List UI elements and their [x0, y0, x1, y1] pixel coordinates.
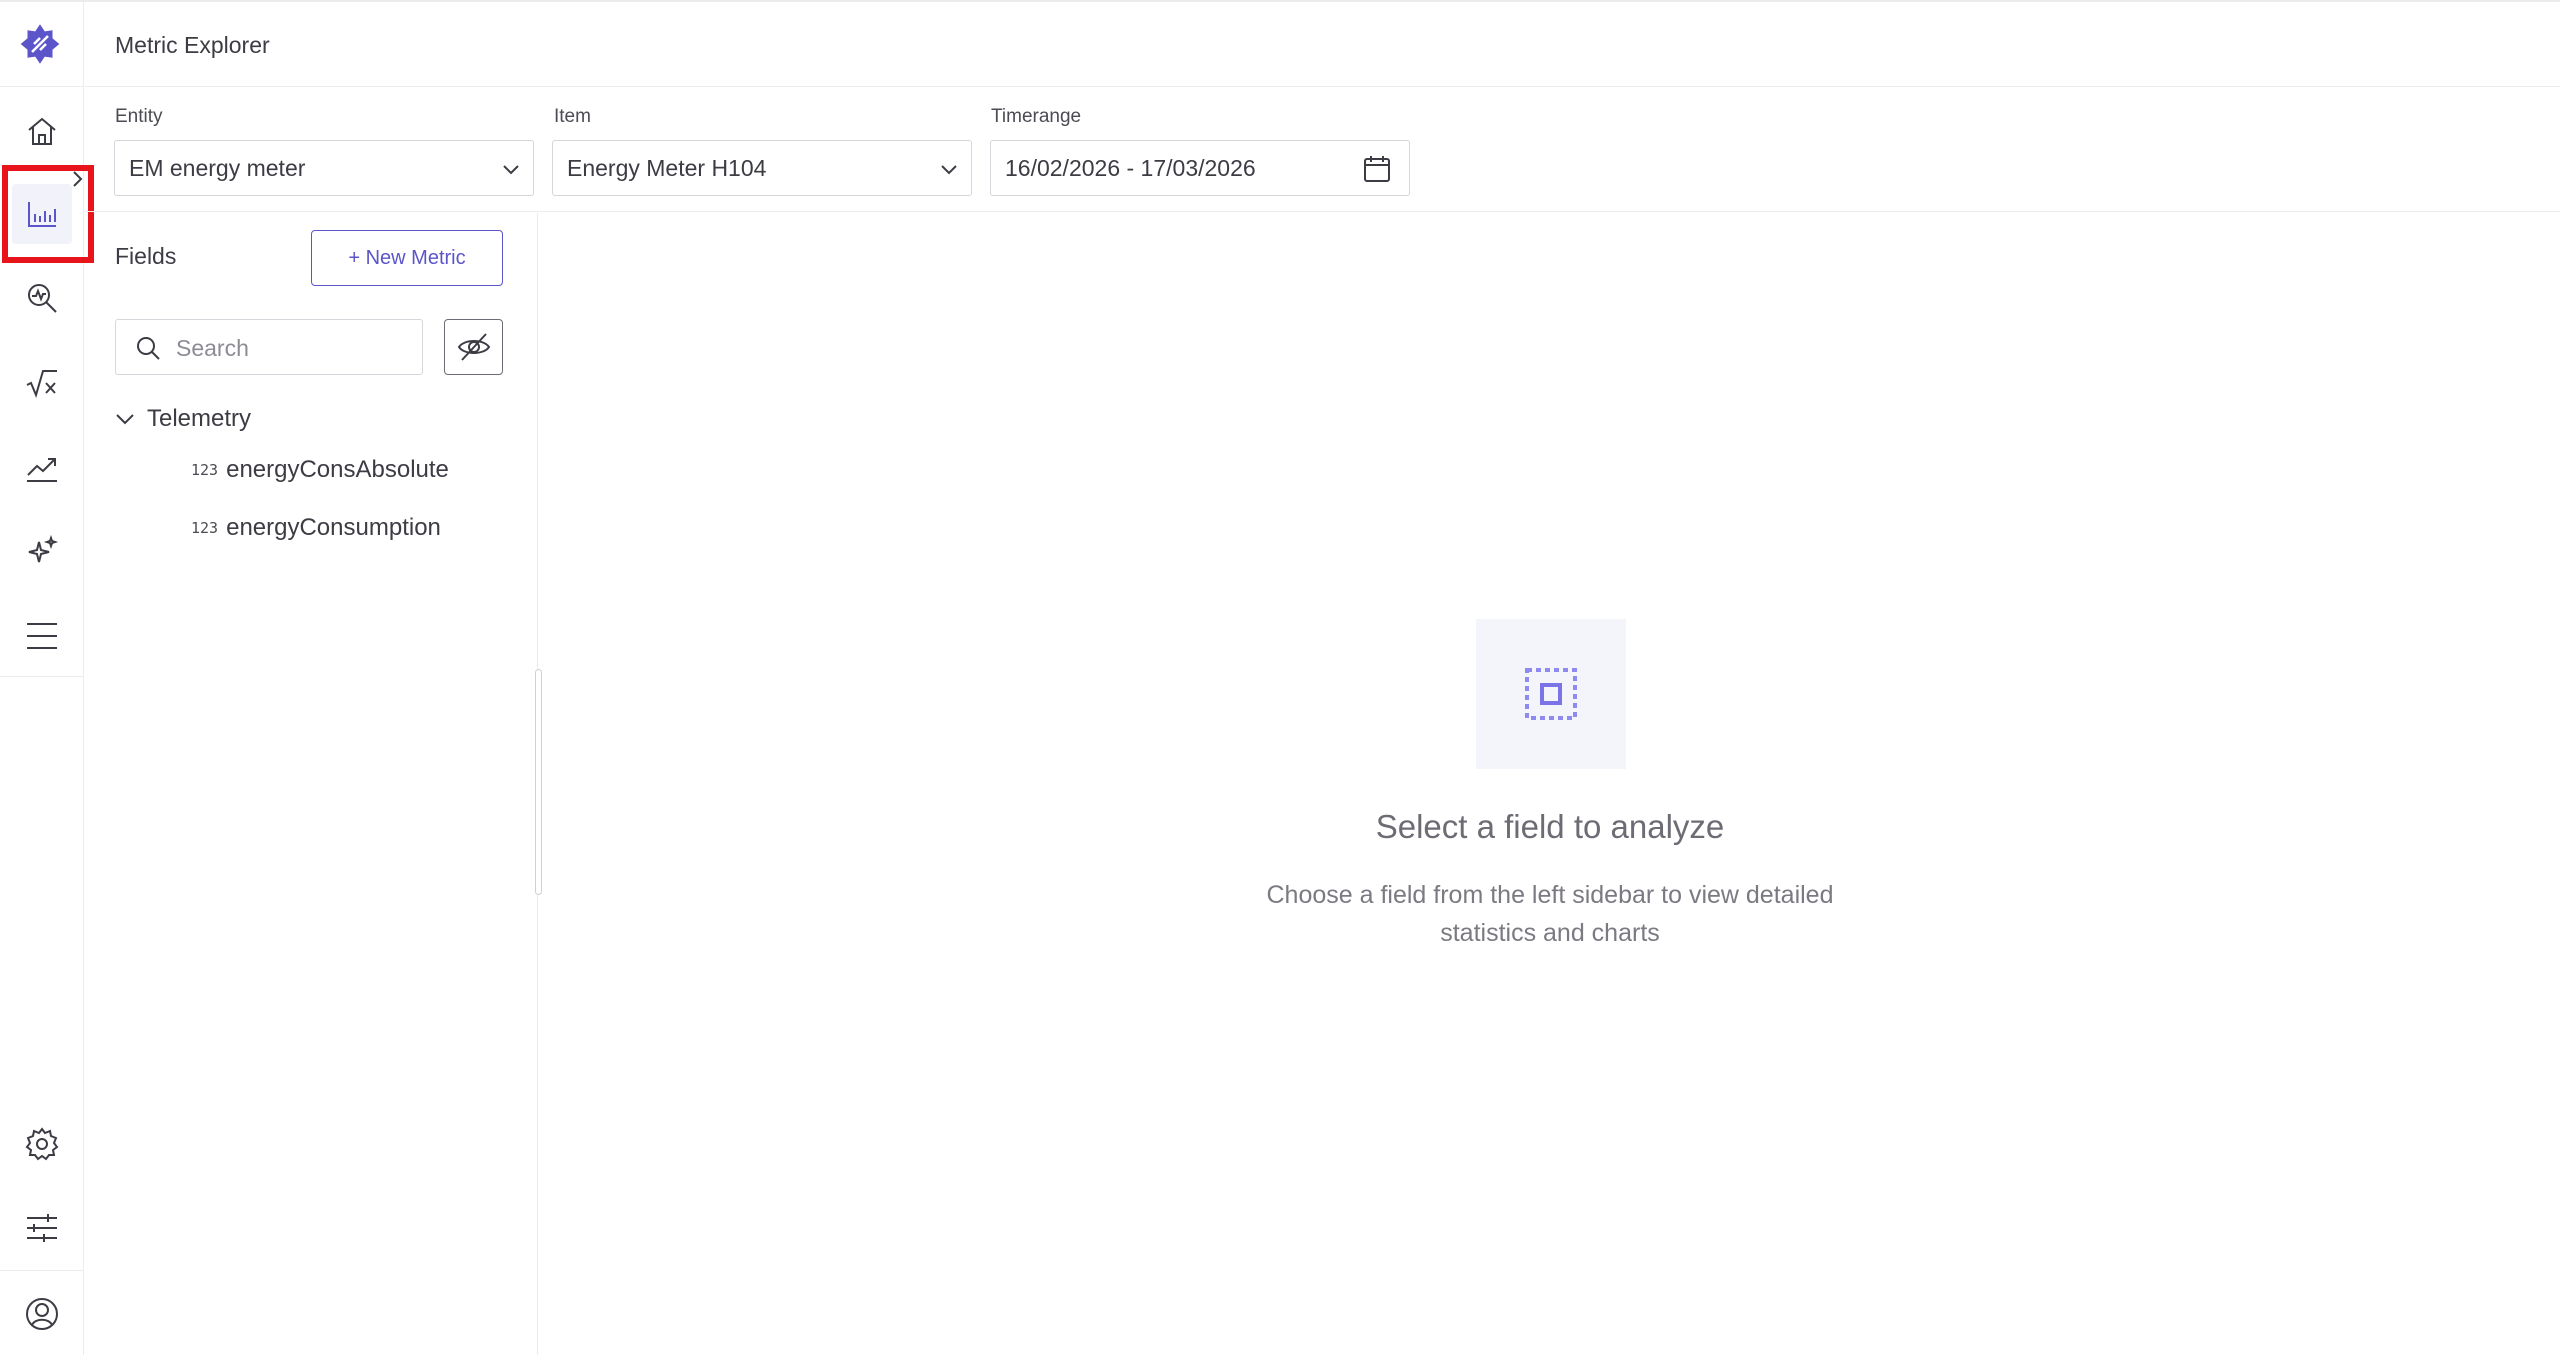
bar-chart-icon: [28, 202, 56, 227]
entity-select[interactable]: EM energy meter: [114, 140, 534, 196]
chevron-down-icon: [503, 165, 519, 175]
new-metric-button[interactable]: + New Metric: [311, 230, 503, 286]
eye-off-icon: [457, 333, 490, 361]
page-title: Metric Explorer: [115, 32, 270, 58]
rail-divider: [0, 1270, 84, 1271]
timerange-picker[interactable]: 16/02/2026 - 17/03/2026: [990, 140, 1410, 196]
search-field[interactable]: [115, 319, 423, 375]
entity-label: Entity: [115, 106, 163, 127]
empty-state-description: Choose a field from the left sidebar to …: [1266, 881, 1834, 947]
nav-settings[interactable]: [12, 1114, 72, 1174]
numeric-type-icon: 123: [191, 519, 219, 537]
entity-value: EM energy meter: [129, 154, 306, 181]
app-window: Metric Explorer Entity EM energy meter I…: [0, 0, 2560, 1355]
nav-formula[interactable]: [12, 353, 72, 413]
item-select[interactable]: Energy Meter H104: [552, 140, 972, 196]
item-label: Item: [554, 106, 591, 127]
sparkle-icon: [28, 534, 59, 563]
chevron-down-icon: [116, 414, 134, 425]
field-name: energyConsAbsolute: [226, 456, 449, 483]
fields-panel: Fields + New Metric Telemetry 123 energy…: [85, 213, 538, 1355]
rail-divider: [0, 86, 84, 87]
nav-ai[interactable]: [12, 522, 72, 582]
nav-trends[interactable]: [12, 437, 72, 497]
search-input[interactable]: [176, 328, 406, 368]
nav-rail: [0, 2, 84, 1355]
logo-icon[interactable]: [20, 24, 60, 64]
item-value: Energy Meter H104: [567, 154, 767, 181]
nav-metric-explorer[interactable]: [12, 184, 72, 244]
empty-state-illustration: [1476, 619, 1626, 769]
nav-user[interactable]: [12, 1284, 72, 1344]
rail-divider: [0, 676, 84, 677]
field-name: energyConsumption: [226, 514, 441, 541]
empty-state-title: Select a field to analyze: [1375, 808, 1725, 845]
analyze-search-icon: [28, 284, 57, 313]
nav-menu[interactable]: [12, 606, 72, 666]
nav-preferences[interactable]: [12, 1198, 72, 1258]
chevron-down-icon: [941, 165, 957, 175]
nav-home[interactable]: [12, 101, 72, 161]
fields-title: Fields: [115, 243, 177, 269]
settings-icon: [25, 1127, 59, 1161]
calendar-icon[interactable]: [1361, 153, 1393, 185]
search-icon: [137, 337, 160, 360]
user-icon: [26, 1298, 58, 1330]
trend-chart-icon: [27, 458, 57, 482]
timerange-label: Timerange: [991, 106, 1082, 127]
timerange-value: 16/02/2026 - 17/03/2026: [1005, 154, 1256, 181]
formula-icon: [26, 370, 57, 398]
home-icon: [28, 117, 56, 145]
numeric-type-icon: 123: [191, 461, 219, 479]
filter-bar: Entity EM energy meter Item Energy Meter…: [85, 88, 2560, 212]
panel-resize-handle[interactable]: [535, 669, 542, 895]
menu-icon: [27, 623, 57, 649]
nav-analyze[interactable]: [12, 268, 72, 328]
list-item[interactable]: 123 energyConsAbsolute: [191, 450, 449, 490]
list-item[interactable]: 123 energyConsumption: [191, 508, 441, 548]
toggle-hidden-fields-button[interactable]: [444, 319, 503, 375]
page-header: Metric Explorer: [85, 2, 2560, 87]
group-name: Telemetry: [147, 405, 252, 432]
group-telemetry[interactable]: Telemetry: [113, 399, 251, 439]
select-frame-icon: [1525, 668, 1577, 720]
sliders-icon: [27, 1214, 57, 1242]
